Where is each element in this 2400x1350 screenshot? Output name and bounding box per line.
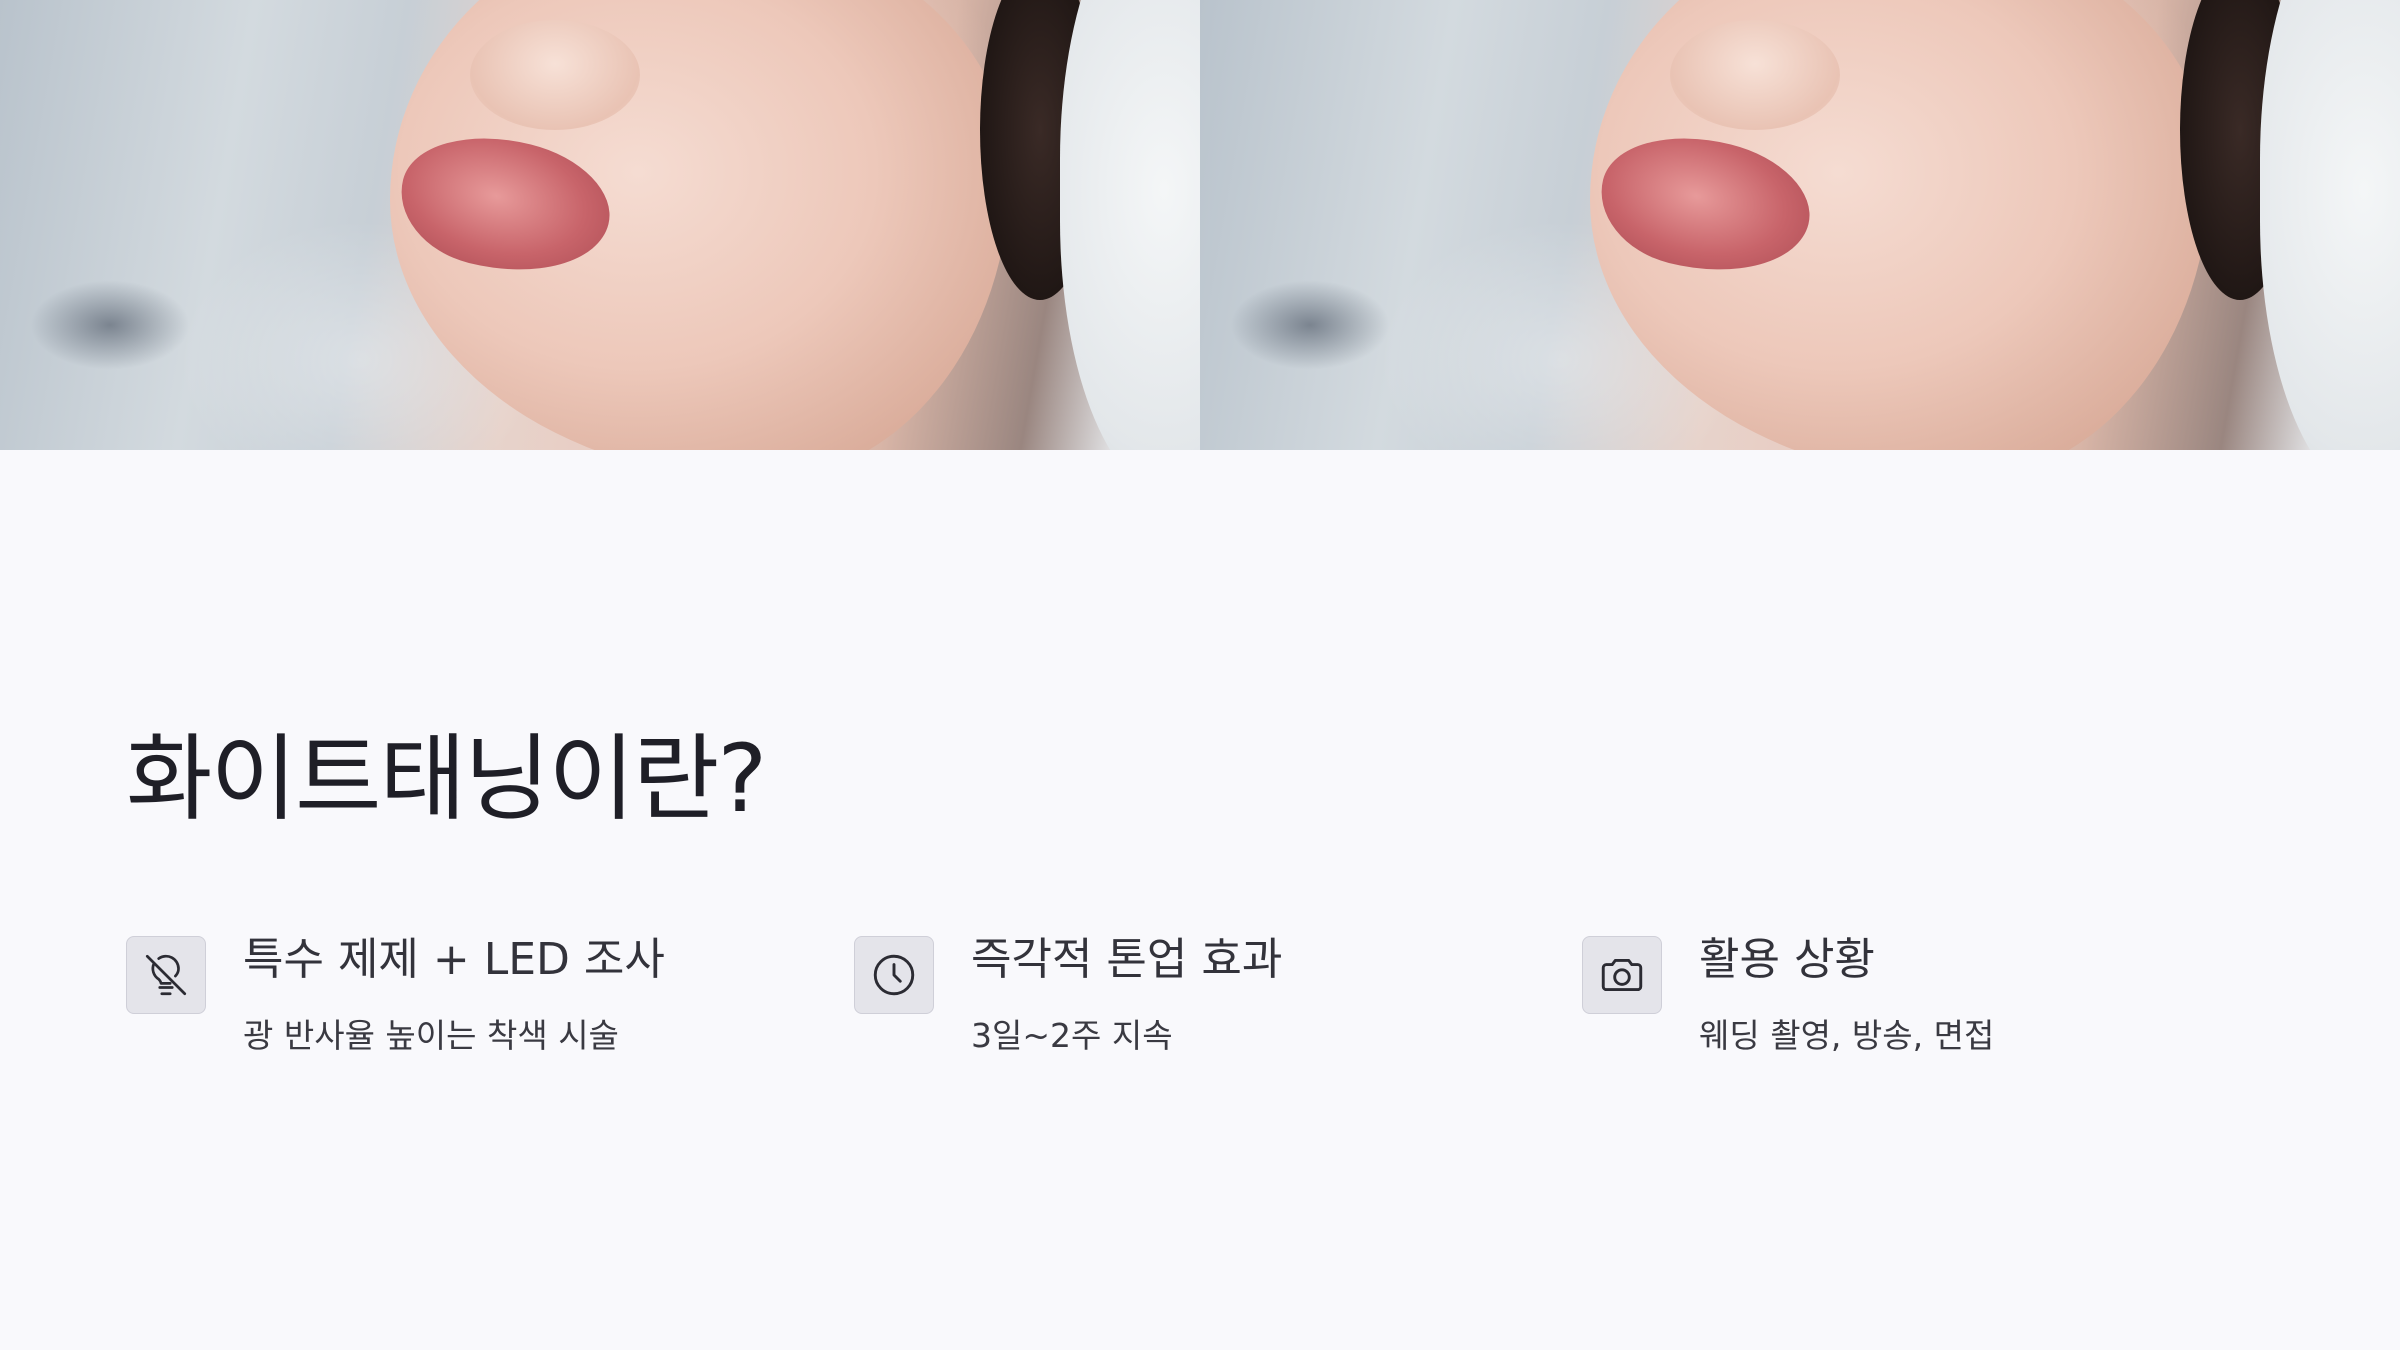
hero-photo-right [1200, 0, 2400, 450]
feature-description: 웨딩 촬영, 방송, 면접 [1699, 1016, 1995, 1055]
feature-item-usage: 활용 상황 웨딩 촬영, 방송, 면접 [1582, 930, 2282, 1090]
feature-title: 즉각적 톤업 효과 [971, 934, 1283, 985]
feature-item-effect: 즉각적 톤업 효과 3일~2주 지속 [854, 930, 1554, 1090]
camera-icon [1582, 936, 1662, 1014]
hero-images [0, 0, 2400, 450]
feature-list: 특수 제제 + LED 조사 광 반사율 높이는 착색 시술 즉각적 톤업 효과… [126, 930, 2326, 1090]
feature-description: 광 반사율 높이는 착색 시술 [243, 1016, 619, 1055]
feature-description: 3일~2주 지속 [971, 1016, 1173, 1055]
hero-photo-left [0, 0, 1200, 450]
main-content: 화이트태닝이란? 특수 제제 + LED 조사 광 반사율 높이는 착색 시술 [126, 720, 2326, 1055]
feature-item-treatment: 특수 제제 + LED 조사 광 반사율 높이는 착색 시술 [126, 930, 826, 1090]
page-title: 화이트태닝이란? [126, 725, 767, 834]
clock-icon [854, 936, 934, 1014]
light-off-icon [126, 936, 206, 1014]
feature-title: 활용 상황 [1699, 934, 1875, 985]
feature-title: 특수 제제 + LED 조사 [243, 934, 665, 985]
